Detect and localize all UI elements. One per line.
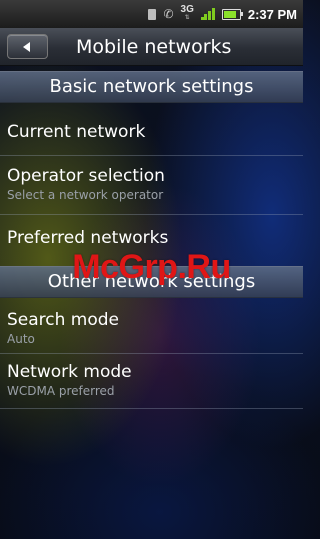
page-title: Mobile networks	[76, 36, 232, 58]
status-bar: ✆ 3G ⇅ 2:37 PM	[0, 0, 303, 28]
data-arrows-icon: ⇅	[184, 15, 190, 21]
divider	[0, 155, 303, 156]
watermark: McGrp.Ru	[72, 248, 231, 286]
sd-card-icon	[148, 8, 157, 20]
status-time: 2:37 PM	[247, 6, 297, 22]
list-item-operator-selection[interactable]: Operator selection Select a network oper…	[0, 166, 303, 202]
list-item-summary: Select a network operator	[7, 188, 164, 202]
missed-call-icon: ✆	[163, 7, 174, 21]
back-button[interactable]	[7, 34, 48, 59]
title-bar: Mobile networks	[0, 28, 303, 66]
list-item-label: Network mode	[7, 362, 132, 382]
back-arrow-icon	[23, 42, 30, 52]
list-item-label: Current network	[7, 122, 146, 142]
list-item-current-network[interactable]: Current network	[0, 122, 303, 142]
divider	[0, 408, 303, 409]
list-item-label: Search mode	[7, 310, 120, 330]
signal-bar	[204, 14, 208, 20]
divider	[0, 353, 303, 354]
battery-level	[223, 10, 236, 18]
list-item-summary: WCDMA preferred	[7, 384, 115, 398]
network-type-icon: 3G ⇅	[181, 5, 194, 23]
signal-bar	[211, 8, 215, 20]
section-header-basic-network-settings: Basic network settings	[0, 71, 303, 103]
battery-icon	[221, 8, 243, 20]
list-item-label: Operator selection	[7, 166, 165, 186]
signal-strength-icon	[200, 8, 215, 20]
list-item-preferred-networks[interactable]: Preferred networks	[0, 228, 303, 248]
list-item-network-mode[interactable]: Network mode WCDMA preferred	[0, 362, 303, 398]
signal-bar	[200, 17, 204, 20]
divider	[0, 214, 303, 215]
list-item-summary: Auto	[7, 332, 35, 346]
signal-bar	[208, 11, 212, 20]
list-item-label: Preferred networks	[7, 228, 169, 248]
list-item-search-mode[interactable]: Search mode Auto	[0, 310, 303, 346]
